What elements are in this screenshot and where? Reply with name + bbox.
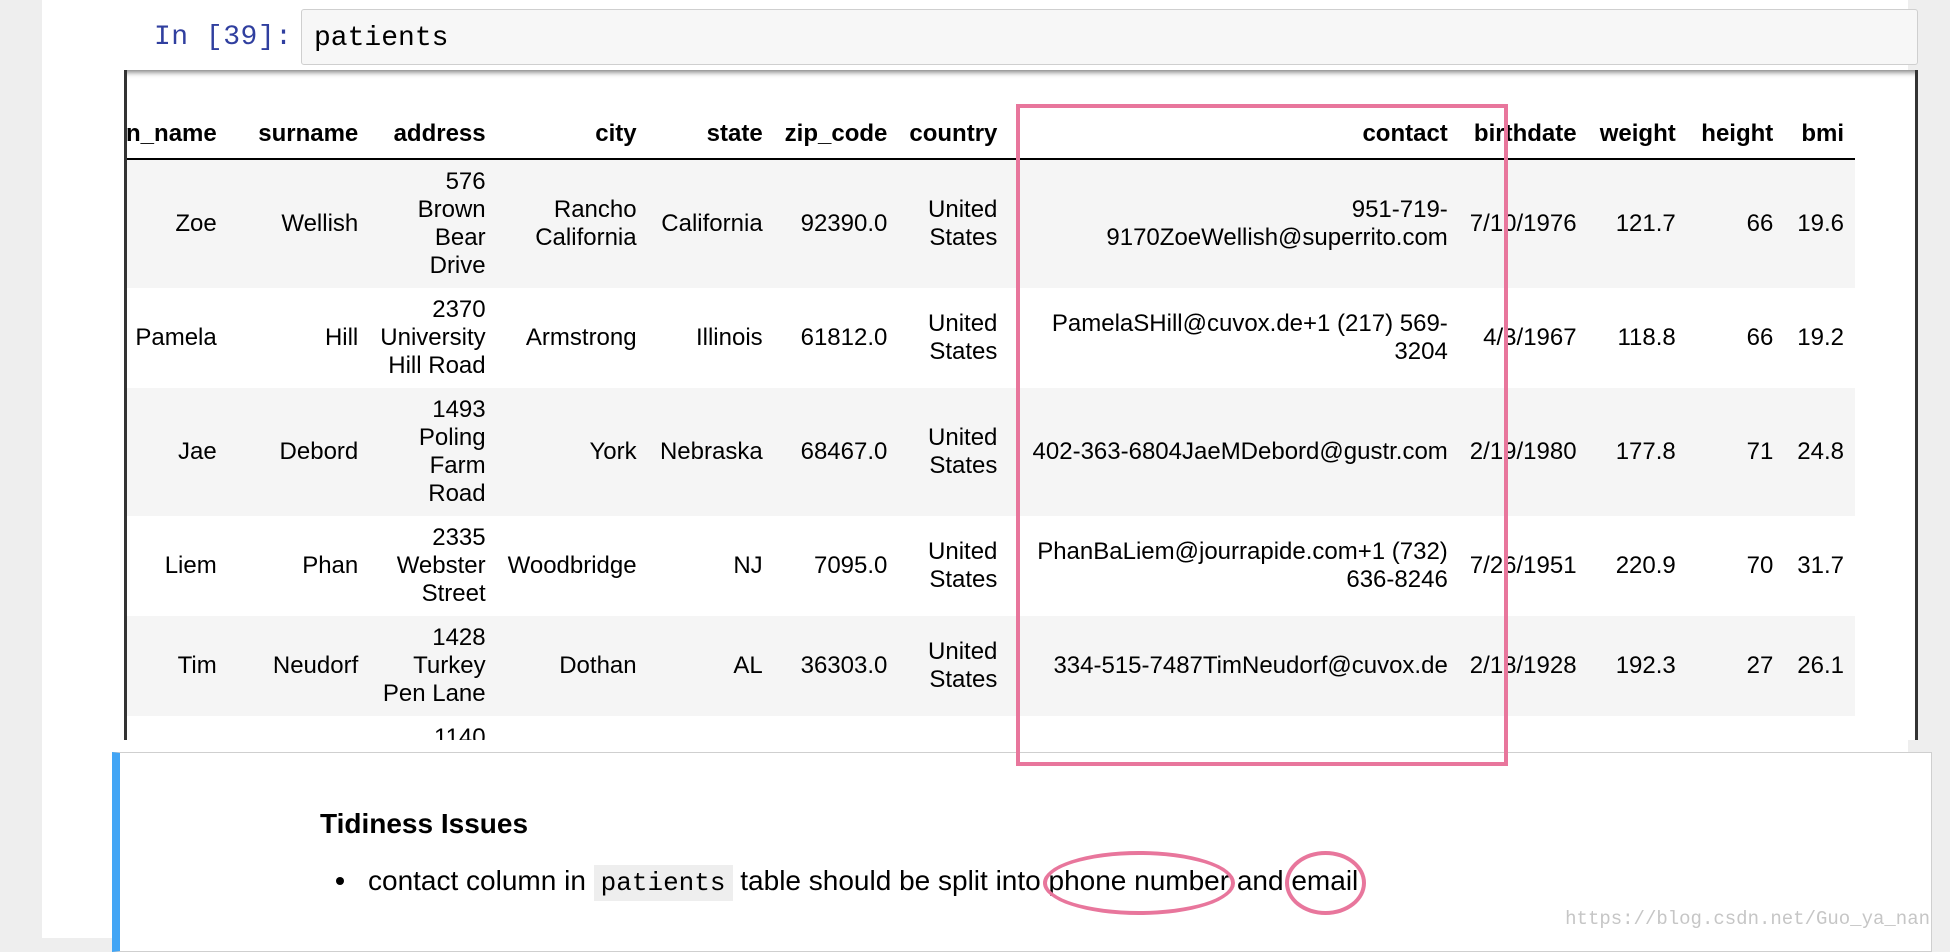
input-prompt: In [39]:	[154, 22, 293, 53]
table-cell-state: NJ	[647, 516, 774, 616]
table-row: Liem Phan 2335 Webster Street Woodbridge NJ 7…	[127, 516, 1855, 616]
tidiness-heading: Tidiness Issues	[320, 808, 529, 839]
table-header-row: given_namesurnameaddresscitystatezip_cod…	[127, 110, 1855, 160]
table-cell-weight: 118.8	[1587, 288, 1687, 388]
dataframe-table: given_namesurnameaddresscitystatezip_cod…	[127, 110, 1855, 740]
phone-number-text: phone number	[1048, 865, 1230, 896]
table-cell-bmi: 19.6	[1784, 159, 1855, 288]
table-cell-bmi: 26.4	[1784, 716, 1855, 740]
table-cell-weight: 121.7	[1587, 159, 1687, 288]
table-cell-height: 66	[1686, 159, 1785, 288]
column-header: given_name	[127, 110, 228, 160]
table-cell-city: Armstrong	[496, 288, 648, 388]
table-cell-zip_code: 61812.0	[773, 288, 899, 388]
table-cell-country: United States	[898, 159, 1009, 288]
table-cell-weight: 177.8	[1587, 388, 1687, 516]
table-cell-state: AL	[647, 616, 774, 716]
table-cell-city: Woodbridge	[496, 516, 648, 616]
table-cell-surname: Debord	[227, 388, 370, 516]
table-cell-height: 27	[1686, 616, 1785, 716]
table-cell-given_name: Liem	[127, 516, 228, 616]
table-cell-state: Nebraska	[647, 388, 774, 516]
table-body: Zoe Wellish 576 Brown Bear Drive Rancho Cal…	[127, 159, 1855, 740]
table-cell-city: Dothan	[496, 616, 648, 716]
table-cell-zip_code: 68467.0	[773, 388, 899, 516]
table-cell-height: 70	[1686, 716, 1785, 740]
table-cell-address: 1428 Turkey Pen Lane	[369, 616, 497, 716]
column-header: bmi	[1784, 110, 1855, 160]
table-cell-surname: Wellish	[227, 159, 370, 288]
table-cell-address: 2335 Webster Street	[369, 516, 497, 616]
table-cell-city: Daytona	[496, 716, 648, 740]
table-cell-address: 2370 University Hill Road	[369, 288, 497, 388]
table-cell-surname: Hill	[227, 288, 370, 388]
table-cell-surname: Neudorf	[227, 616, 370, 716]
table-cell-country: United States	[898, 388, 1009, 516]
table-cell-height: 71	[1686, 388, 1785, 516]
table-cell-zip_code: 92390.0	[773, 159, 899, 288]
table-cell-surname: Phan	[227, 516, 370, 616]
table-cell-weight: 183.9	[1587, 716, 1687, 740]
table-cell-surname: Costa	[227, 716, 370, 740]
table-cell-weight: 220.9	[1587, 516, 1687, 616]
table-cell-city: Rancho California	[496, 159, 648, 288]
column-header: city	[496, 110, 648, 160]
column-header: zip_code	[773, 110, 899, 160]
column-header: surname	[227, 110, 370, 160]
table-cell-given_name: Jae	[127, 388, 228, 516]
column-header: address	[369, 110, 497, 160]
code-input-cell[interactable]: patients	[301, 9, 1918, 65]
notebook: In [39]: patients given_namesurnameaddre…	[42, 0, 1932, 952]
column-header: weight	[1587, 110, 1687, 160]
table-row: Jae Debord 1493 Poling Farm Road York Nebras…	[127, 388, 1855, 516]
table-cell-state: Illinois	[647, 288, 774, 388]
table-cell-country: United States	[898, 516, 1009, 616]
watermark: https://blog.csdn.net/Guo_ya_nan	[1565, 908, 1930, 930]
bullet-text-mid: table should be split into	[740, 865, 1041, 896]
table-cell-zip_code: 7095.0	[773, 516, 899, 616]
email-annotation: email	[1285, 851, 1367, 915]
table-cell-city: York	[496, 388, 648, 516]
inline-code: patients	[593, 865, 733, 901]
table-cell-given_name: Zoe	[127, 159, 228, 288]
table-row: Pamela Hill 2370 University Hill Road Armst…	[127, 288, 1855, 388]
bullet-text-pre: contact column in	[368, 865, 586, 896]
table-cell-address: 1493 Poling Farm Road	[369, 388, 497, 516]
issues-list: contact column in patients table should …	[330, 851, 1367, 915]
code-text[interactable]: patients	[314, 23, 448, 54]
contact-column-highlight	[1016, 104, 1508, 766]
table-cell-address: 576 Brown Bear Drive	[369, 159, 497, 288]
table-cell-given_name: Rafael	[127, 716, 228, 740]
table-cell-zip_code: 36303.0	[773, 616, 899, 716]
table-cell-bmi: 24.8	[1784, 388, 1855, 516]
table-cell-zip_code: 32114.0	[773, 716, 899, 740]
email-text: email	[1291, 865, 1359, 896]
table-cell-state: California	[647, 159, 774, 288]
table-cell-height: 70	[1686, 516, 1785, 616]
table-row: Tim Neudorf 1428 Turkey Pen Lane Dothan AL 36…	[127, 616, 1855, 716]
bullet-text-and: and	[1236, 865, 1284, 896]
table-cell-weight: 192.3	[1587, 616, 1687, 716]
column-header: state	[647, 110, 774, 160]
table-cell-bmi: 19.2	[1784, 288, 1855, 388]
table-cell-bmi: 26.1	[1784, 616, 1855, 716]
column-header: height	[1686, 110, 1785, 160]
table-cell-country: United	[898, 716, 1009, 740]
table-row: Zoe Wellish 576 Brown Bear Drive Rancho Cal…	[127, 159, 1855, 288]
phone-number-annotation: phone number	[1042, 851, 1236, 915]
table-cell-bmi: 31.7	[1784, 516, 1855, 616]
column-header: country	[898, 110, 1009, 160]
table-cell-country: United States	[898, 616, 1009, 716]
table-cell-height: 66	[1686, 288, 1785, 388]
list-item: contact column in patients table should …	[330, 851, 1367, 915]
table-cell-state: Florida	[647, 716, 774, 740]
table-cell-address: 1140 Willis	[369, 716, 497, 740]
table-cell-country: United States	[898, 288, 1009, 388]
table-cell-given_name: Tim	[127, 616, 228, 716]
table-cell-given_name: Pamela	[127, 288, 228, 388]
table-row: RafaelCosta1140 WillisDaytonaFlorida3211…	[127, 716, 1855, 740]
